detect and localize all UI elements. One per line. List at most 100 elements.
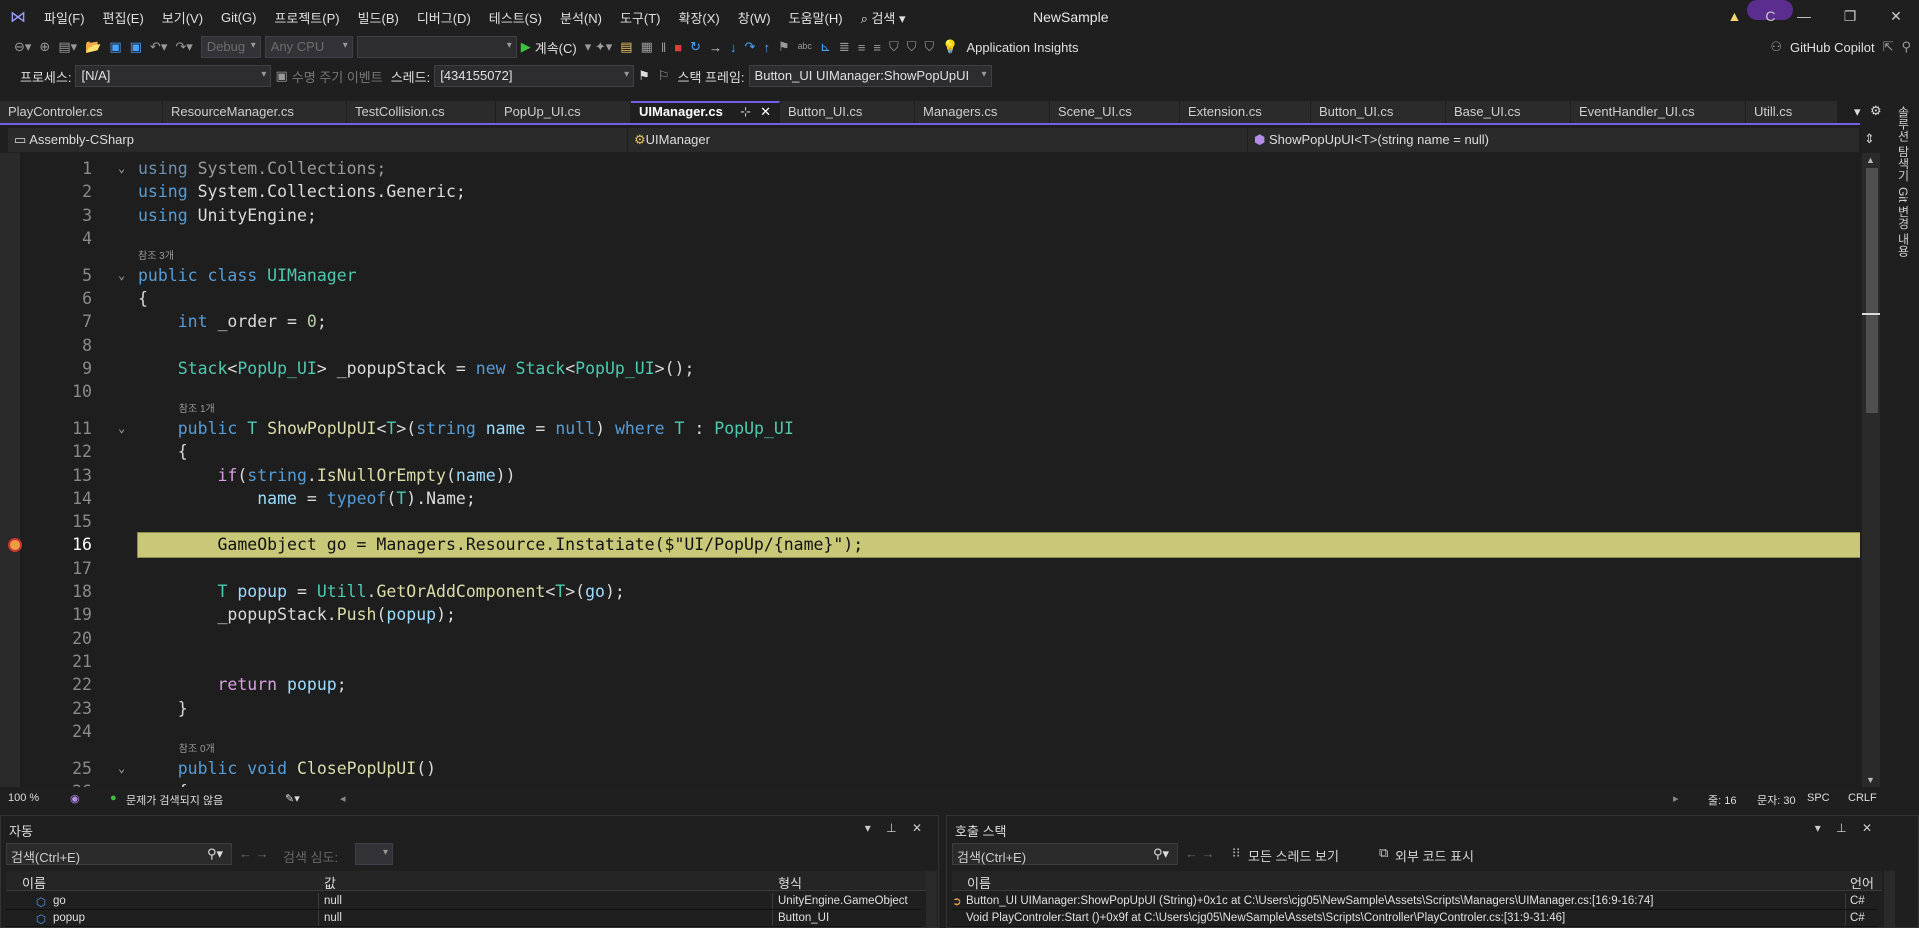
stack-frame-dropdown[interactable]: Button_UI UIManager:ShowPopUpUI: [748, 65, 992, 87]
code-line[interactable]: 1 ⌄ using System.Collections;: [0, 157, 1860, 180]
visual-studio-logo-icon[interactable]: ⋈: [10, 7, 32, 26]
show-next-statement-icon[interactable]: →: [709, 40, 722, 55]
column-name[interactable]: 이름: [22, 873, 46, 892]
new-project-icon[interactable]: ▤▾: [58, 39, 77, 55]
breakpoint-toggle-icon[interactable]: ⚑: [778, 39, 790, 55]
codelens-label[interactable]: 참조 0개: [179, 743, 215, 756]
continue-icon[interactable]: ▶: [521, 39, 531, 55]
tab-list-dropdown-icon[interactable]: ▾: [1854, 104, 1861, 120]
autos-search-input[interactable]: 검색(Ctrl+E) ⚲▾: [6, 843, 232, 865]
forward-icon[interactable]: ⊕: [39, 39, 50, 55]
codelens-label[interactable]: 참조 1개: [179, 403, 215, 416]
code-line[interactable]: 26 {: [0, 780, 1860, 787]
callstack-search-input[interactable]: 검색(Ctrl+E) ⚲▾: [952, 843, 1178, 865]
menu-extensions[interactable]: 확장(X): [679, 8, 720, 27]
layout-icon[interactable]: ▦: [641, 39, 653, 55]
tab-base-ui[interactable]: Base_UI.cs: [1446, 101, 1571, 123]
member-dropdown[interactable]: ⬢ ShowPopUpUI<T>(string name = null): [1248, 128, 1860, 152]
outline-icon[interactable]: ≣: [839, 39, 850, 55]
restart-icon[interactable]: ↻: [690, 39, 701, 55]
tab-playcontroler[interactable]: PlayControler.cs: [0, 101, 163, 123]
code-line[interactable]: 4: [0, 227, 1860, 250]
tab-eventhandler-ui[interactable]: EventHandler_UI.cs: [1571, 101, 1746, 123]
hscroll-right-icon[interactable]: ▸: [1673, 792, 1679, 805]
panel-controls[interactable]: ▾ ⊥ ✕: [865, 821, 928, 835]
code-line[interactable]: 22 return popup;: [0, 673, 1860, 696]
line-indicator[interactable]: 줄: 16: [1708, 792, 1736, 808]
minimize-button[interactable]: —: [1781, 0, 1827, 33]
menu-help[interactable]: 도움말(H): [789, 8, 843, 27]
step-over-icon[interactable]: ↷: [745, 39, 756, 55]
warning-icon[interactable]: ▲: [1721, 0, 1747, 33]
column-name[interactable]: 이름: [967, 873, 991, 892]
code-line[interactable]: 6{: [0, 287, 1860, 310]
code-line[interactable]: 20: [0, 627, 1860, 650]
code-line[interactable]: 25 ⌄ public void ClosePopUpUI(): [0, 757, 1860, 780]
menu-window[interactable]: 창(W): [738, 8, 771, 27]
stack-frame-row[interactable]: Void PlayControler:Start ()+0x9f at C:\U…: [952, 910, 1877, 927]
code-line[interactable]: 11 ⌄ public T ShowPopUpUI<T>(string name …: [0, 417, 1860, 440]
git-changes-tab[interactable]: Git 변경 내용: [1895, 187, 1912, 257]
feedback-icon[interactable]: ⚲: [1901, 39, 1911, 55]
code-line[interactable]: 9 Stack<PopUp_UI> _popupStack = new Stac…: [0, 357, 1860, 380]
code-line[interactable]: 7 int _order = 0;: [0, 310, 1860, 333]
redo-icon[interactable]: ↷▾: [175, 39, 192, 55]
code-line[interactable]: 16 GameObject go = Managers.Resource.Ins…: [0, 532, 1860, 558]
step-out-icon[interactable]: ↑: [763, 40, 770, 55]
callstack-scrollbar[interactable]: [1884, 871, 1895, 927]
continue-button[interactable]: 계속(C): [535, 38, 577, 57]
menu-test[interactable]: 테스트(S): [489, 8, 542, 27]
settings-gear-icon[interactable]: ⚙: [1870, 103, 1882, 119]
account-button[interactable]: C: [1747, 0, 1794, 33]
code-line[interactable]: 2 using System.Collections.Generic;: [0, 180, 1860, 203]
step-into-icon[interactable]: ↓: [730, 40, 737, 55]
stack-frame-row[interactable]: ➲ Button_UI UIManager:ShowPopUpUI (Strin…: [952, 893, 1877, 910]
close-tab-icon[interactable]: ✕: [760, 104, 771, 120]
lifecycle-events-button[interactable]: 수명 주기 이벤트: [292, 67, 383, 86]
code-line[interactable]: 12 {: [0, 440, 1860, 463]
issues-status[interactable]: 문제가 검색되지 않음: [126, 792, 223, 808]
project-dropdown[interactable]: ▭ Assembly-CSharp: [8, 128, 628, 152]
tab-resourcemanager[interactable]: ResourceManager.cs: [163, 101, 347, 123]
code-line[interactable]: 19 _popupStack.Push(popup);: [0, 603, 1860, 626]
solution-explorer-tab[interactable]: 솔루션 탐색기: [1895, 106, 1912, 181]
whitespace-indicator[interactable]: SPC: [1807, 792, 1830, 804]
search-nav-arrows-icon[interactable]: ← →: [1185, 846, 1215, 861]
thread-filter-icon[interactable]: ⚐: [658, 68, 670, 84]
startup-item-dropdown[interactable]: [356, 36, 517, 58]
current-statement-arrow-icon[interactable]: [8, 538, 22, 553]
diagnostics-icon[interactable]: ▤: [620, 39, 632, 55]
fold-chevron-icon[interactable]: ⌄: [118, 264, 125, 287]
code-line[interactable]: 14 name = typeof(T).Name;: [0, 487, 1860, 510]
tab-testcollision[interactable]: TestCollision.cs: [347, 101, 496, 123]
search-nav-arrows-icon[interactable]: ← →: [239, 846, 269, 861]
code-line[interactable]: 17: [0, 557, 1860, 580]
tab-utill[interactable]: Utill.cs: [1746, 101, 1838, 123]
menu-tools[interactable]: 도구(T): [620, 8, 661, 27]
stop-icon[interactable]: ■: [674, 40, 682, 55]
hot-reload-icon[interactable]: ▾ ✦▾: [585, 39, 613, 55]
variable-value[interactable]: null: [324, 912, 342, 924]
column-language[interactable]: 언어: [1850, 873, 1878, 892]
column-value[interactable]: 값: [324, 873, 336, 892]
column-type[interactable]: 형식: [778, 873, 802, 892]
zoom-level-dropdown[interactable]: 100 %: [8, 792, 39, 804]
tab-button-ui-2[interactable]: Button_UI.cs: [1311, 101, 1446, 123]
find-icon[interactable]: ⊾: [820, 39, 831, 55]
tab-extension[interactable]: Extension.cs: [1180, 101, 1311, 123]
scroll-up-icon[interactable]: ▲: [1866, 155, 1875, 165]
pause-icon[interactable]: ‖: [661, 40, 666, 55]
code-line[interactable]: 23 }: [0, 697, 1860, 720]
search-depth-dropdown[interactable]: [355, 843, 393, 865]
menu-debug[interactable]: 디버그(D): [417, 8, 471, 27]
codelens-references[interactable]: 참조 3개: [0, 250, 1860, 264]
tab-uimanager[interactable]: UIManager.cs ⊹ ✕: [631, 101, 780, 123]
menu-file[interactable]: 파일(F): [44, 8, 85, 27]
configuration-dropdown[interactable]: Debug: [200, 36, 261, 58]
code-cleanup-icon[interactable]: ✎▾: [285, 792, 300, 805]
split-editor-icon[interactable]: ⇕: [1864, 131, 1875, 147]
save-icon[interactable]: ▣: [109, 39, 121, 55]
bookmark-icon[interactable]: ⛉: [889, 39, 899, 55]
codelens-references[interactable]: 참조 1개: [0, 403, 1860, 417]
menu-project[interactable]: 프로젝트(P): [274, 8, 339, 27]
